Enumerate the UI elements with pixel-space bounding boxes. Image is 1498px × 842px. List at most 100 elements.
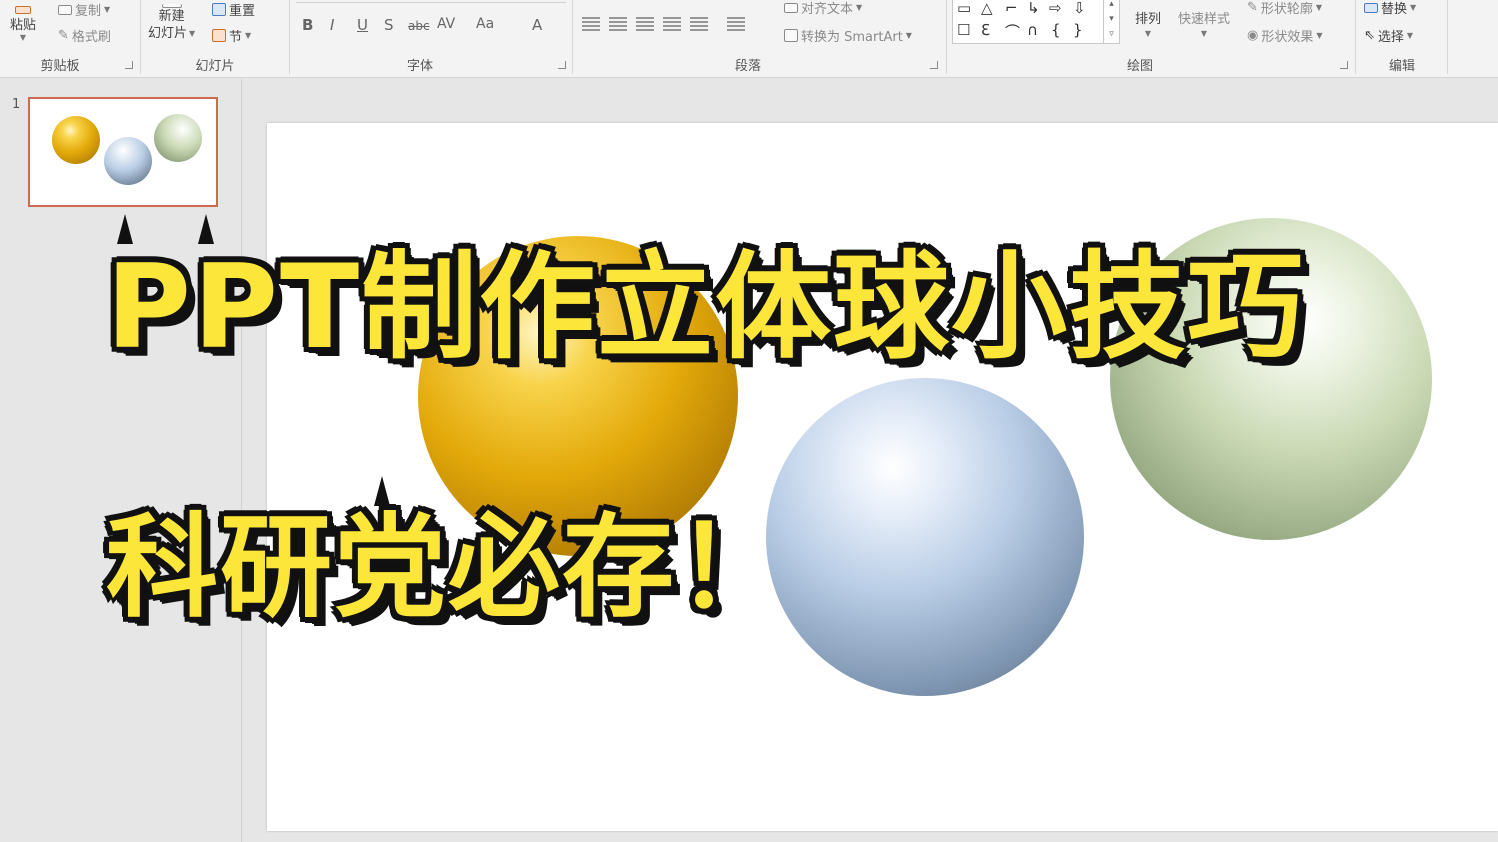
chevron-down-icon: ▼ (1200, 29, 1208, 38)
format-painter-label: 格式刷 (71, 30, 111, 45)
quick-styles-button[interactable]: 快速样式 ▼ (1178, 8, 1230, 38)
justify-icon[interactable] (663, 17, 681, 31)
gallery-scroll[interactable]: ▴ ▾ ▿ (1103, 0, 1119, 43)
align-text-label: 对齐文本 (801, 2, 854, 17)
strikethrough-button[interactable]: abc (408, 19, 430, 33)
elbow-arrow-shape-icon[interactable]: ↳ (1027, 0, 1040, 17)
curve-shape-icon[interactable]: ∩ (1027, 21, 1038, 39)
align-right-icon[interactable] (636, 17, 654, 31)
chevron-down-icon: ▼ (189, 29, 196, 38)
right-brace-shape-icon[interactable]: } (1073, 21, 1083, 39)
effects-icon: ◉ (1247, 28, 1259, 43)
pen-icon: ✎ (1247, 0, 1258, 15)
triangle-shape-icon[interactable]: △ (981, 0, 993, 17)
dialog-launcher-icon[interactable] (930, 61, 938, 69)
slide-thumbnail-pane: 1 (0, 79, 242, 842)
replace-button[interactable]: 替换 ▼ (1364, 0, 1416, 17)
select-label: 选择 (1377, 30, 1404, 45)
replace-label: 替换 (1381, 2, 1408, 17)
paste-button[interactable]: 粘贴 ▼ (10, 6, 36, 42)
group-label-drawing: 绘图 (1126, 59, 1153, 74)
group-label-paragraph: 段落 (734, 59, 761, 74)
shape-outline-button[interactable]: ✎ 形状轮廓 ▼ (1247, 0, 1322, 17)
char-spacing-button[interactable]: AV (437, 16, 455, 32)
group-divider (946, 0, 947, 74)
new-slide-line1: 新建 (158, 9, 185, 24)
arrange-label: 排列 (1135, 12, 1162, 27)
chevron-down-icon: ▼ (104, 5, 111, 14)
new-slide-line2: 幻灯片 (148, 26, 188, 41)
dialog-launcher-icon[interactable] (125, 61, 133, 69)
chevron-down-icon: ▼ (856, 3, 863, 12)
align-text-icon (784, 2, 798, 13)
new-slide-button[interactable]: 新建 幻灯片 ▼ (148, 4, 195, 42)
arrange-button[interactable]: 排列 ▼ (1135, 8, 1161, 38)
slide-canvas[interactable] (267, 123, 1498, 831)
smartart-icon (784, 29, 798, 42)
format-painter-button[interactable]: ✎ 格式刷 (58, 26, 111, 45)
group-label-editing: 编辑 (1388, 59, 1415, 74)
ribbon: 粘贴 ▼ 复制 ▼ ✎ 格式刷 剪贴板 新建 幻灯片 ▼ 重置 节 ▼ 幻灯片 … (0, 0, 1498, 78)
reset-label: 重置 (229, 4, 256, 19)
section-icon (212, 29, 226, 42)
font-color-button[interactable]: A (532, 16, 542, 34)
group-divider (1355, 0, 1356, 74)
change-case-button[interactable]: Aa (476, 16, 494, 32)
italic-button[interactable]: I (330, 16, 334, 34)
slide-thumbnail[interactable] (28, 97, 218, 207)
shapes-gallery[interactable]: ▭ △ ⌐ ↳ ⇨ ⇩ ☐ ℇ ⌒ ∩ { } ▴ ▾ ▿ (952, 0, 1120, 44)
group-divider (140, 0, 141, 74)
quick-styles-label: 快速样式 (1178, 12, 1231, 27)
reset-button[interactable]: 重置 (212, 0, 255, 19)
shape-effects-button[interactable]: ◉ 形状效果 ▼ (1247, 26, 1323, 45)
cursor-icon: ⇖ (1364, 28, 1375, 43)
thumb-sphere-green (154, 114, 202, 162)
chevron-down-icon: ▼ (1406, 31, 1414, 40)
overlay-headline: PPT制作立体球小技巧 (106, 240, 1306, 375)
lightning-shape-icon[interactable]: ℇ (981, 21, 990, 39)
columns-icon[interactable] (727, 17, 745, 31)
underline-button[interactable]: U (357, 16, 368, 34)
group-divider (289, 0, 290, 74)
thumb-sphere-blue (104, 137, 152, 185)
rectangle-shape-icon[interactable]: ▭ (957, 0, 971, 17)
copy-icon (58, 4, 72, 15)
connector-shape-icon[interactable]: ⌐ (1005, 0, 1018, 17)
chevron-down-icon: ▼ (905, 31, 912, 40)
blue-sphere[interactable] (766, 378, 1084, 696)
font-combo-edge (296, 2, 566, 3)
bold-button[interactable]: B (302, 16, 313, 34)
align-left-icon[interactable] (582, 17, 600, 31)
paste-label: 粘贴 (10, 18, 37, 33)
chevron-down-icon: ▼ (245, 31, 252, 40)
copy-button[interactable]: 复制 ▼ (58, 0, 110, 19)
distribute-icon[interactable] (690, 17, 708, 31)
align-text-button[interactable]: 对齐文本 ▼ (784, 0, 862, 17)
section-button[interactable]: 节 ▼ (212, 26, 251, 45)
shadow-button[interactable]: S (384, 16, 394, 34)
shape-effects-label: 形状效果 (1261, 30, 1314, 45)
align-center-icon[interactable] (609, 17, 627, 31)
left-brace-shape-icon[interactable]: { (1051, 21, 1061, 39)
select-button[interactable]: ⇖ 选择 ▼ (1364, 26, 1413, 45)
dialog-launcher-icon[interactable] (558, 61, 566, 69)
chevron-down-icon: ▼ (19, 33, 27, 42)
group-label-font: 字体 (406, 59, 433, 74)
section-label: 节 (229, 30, 243, 45)
group-divider (1447, 0, 1448, 74)
chevron-down-icon: ▼ (1316, 31, 1323, 40)
group-divider (572, 0, 573, 74)
slide-number: 1 (12, 97, 21, 112)
chevron-down-icon: ▼ (1315, 3, 1323, 12)
down-arrow-shape-icon[interactable]: ⇩ (1073, 0, 1086, 17)
right-arrow-shape-icon[interactable]: ⇨ (1049, 0, 1062, 17)
brush-icon: ✎ (58, 28, 69, 43)
dialog-launcher-icon[interactable] (1340, 61, 1348, 69)
overlay-subline: 科研党必存！ (106, 503, 790, 633)
clipboard-icon (15, 6, 31, 14)
arc-shape-icon[interactable]: ⌒ (1005, 21, 1020, 42)
convert-smartart-label: 转换为 SmartArt (801, 30, 903, 45)
replace-icon (1364, 2, 1378, 13)
convert-smartart-button[interactable]: 转换为 SmartArt ▼ (784, 26, 912, 45)
flowchart-shape-icon[interactable]: ☐ (957, 21, 970, 39)
